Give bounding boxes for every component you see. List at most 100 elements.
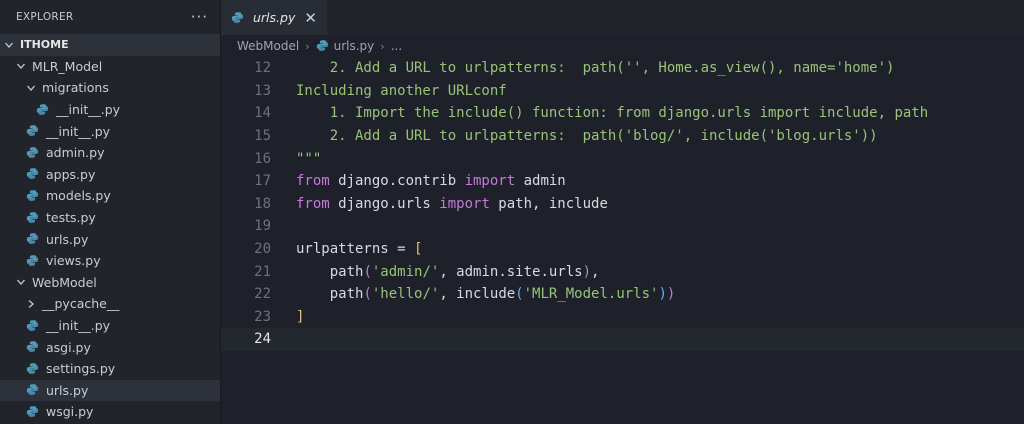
python-file-icon [26, 146, 40, 160]
explorer-title: EXPLORER [16, 11, 74, 23]
code-line[interactable]: 21 path('admin/', admin.site.urls), [221, 260, 1024, 283]
python-file-icon [26, 124, 40, 138]
chevron-down-icon[interactable] [14, 59, 28, 73]
code-line[interactable]: 15 2. Add a URL to urlpatterns: path('bl… [221, 125, 1024, 148]
code-line[interactable]: 24 [221, 328, 1024, 351]
more-actions-icon[interactable]: ··· [191, 8, 208, 26]
code-token: ] [296, 308, 305, 325]
code-line[interactable]: 17 from django.contrib import admin [221, 170, 1024, 193]
line-number: 13 [254, 82, 271, 99]
code-token: , admin.site.urls [439, 263, 583, 280]
chevron-right-icon: › [380, 39, 385, 53]
code-token: ( [363, 263, 372, 280]
folder-item[interactable]: WebModel [0, 272, 220, 294]
file-item[interactable]: urls.py [0, 228, 220, 250]
line-number: 19 [254, 218, 271, 235]
line-text: Including another URLconf [271, 83, 507, 99]
code-token: 'MLR_Model.urls' [523, 286, 659, 303]
file-item[interactable]: views.py [0, 250, 220, 272]
explorer-sidebar: EXPLORER ··· ITHOME MLR_Model migrations __… [0, 0, 221, 424]
code-line[interactable]: 19 [221, 215, 1024, 238]
tab-label: urls.py [253, 10, 296, 25]
code-token: path, include [489, 195, 608, 212]
code-line[interactable]: 22 path('hello/', include('MLR_Model.url… [221, 283, 1024, 306]
python-file-icon [26, 211, 40, 225]
folder-item[interactable]: migrations [0, 77, 220, 99]
code-line[interactable]: 20 urlpatterns = [ [221, 238, 1024, 261]
python-file-icon [36, 103, 50, 117]
line-text: path('admin/', admin.site.urls), [271, 263, 600, 280]
code-token: django.urls [329, 195, 440, 212]
line-number: 24 [254, 331, 271, 348]
file-item[interactable]: wsgi.py [0, 401, 220, 423]
breadcrumb-more[interactable]: ... [391, 39, 402, 53]
chevron-right-icon[interactable] [24, 297, 38, 311]
code-token: import [464, 173, 516, 190]
code-token: 'admin/' [371, 263, 440, 280]
line-number: 16 [254, 150, 271, 167]
file-item[interactable]: __init__.py [0, 99, 220, 121]
python-file-icon [26, 167, 40, 181]
line-text: 2. Add a URL to urlpatterns: path('blog/… [271, 128, 878, 144]
code-line[interactable]: 14 1. Import the include() function: fro… [221, 102, 1024, 125]
line-number: 18 [254, 195, 271, 212]
python-file-icon [316, 39, 330, 53]
line-number: 12 [254, 60, 271, 77]
file-item[interactable]: apps.py [0, 164, 220, 186]
tab-urls-py[interactable]: urls.py ✕ [221, 0, 327, 35]
tree-item-label: WebModel [32, 274, 97, 290]
code-token: ) [582, 263, 592, 280]
tree-item-label: views.py [46, 253, 101, 269]
breadcrumb-folder[interactable]: WebModel [237, 39, 299, 53]
tree-item-label: migrations [42, 80, 109, 96]
code-line[interactable]: 13 Including another URLconf [221, 80, 1024, 103]
chevron-down-icon[interactable] [24, 81, 38, 95]
breadcrumb-file[interactable]: urls.py [334, 39, 375, 53]
code-token: import [439, 195, 490, 212]
line-text: urlpatterns = [ [271, 241, 422, 257]
code-token: path [296, 263, 364, 280]
python-file-icon [26, 189, 40, 203]
tree-item-label: __init__.py [56, 102, 121, 118]
folder-item[interactable]: __pycache__ [0, 293, 220, 315]
python-file-icon [26, 362, 40, 376]
code-token: , include [439, 286, 516, 303]
project-root[interactable]: ITHOME [0, 34, 220, 56]
code-view[interactable]: 12 2. Add a URL to urlpatterns: path('',… [221, 57, 1024, 351]
code-token: 2. Add a URL to urlpatterns: path('', Ho… [296, 60, 895, 77]
code-token: from [296, 173, 330, 190]
file-item[interactable]: admin.py [0, 142, 220, 164]
line-text: ] [271, 309, 304, 325]
line-text: """ [271, 151, 321, 167]
file-item[interactable]: models.py [0, 185, 220, 207]
chevron-down-icon[interactable] [14, 275, 28, 289]
python-file-icon [26, 383, 40, 397]
file-item[interactable]: asgi.py [0, 336, 220, 358]
file-item[interactable]: settings.py [0, 358, 220, 380]
tree-item-label: urls.py [46, 231, 89, 247]
code-token: Including another URLconf [296, 82, 507, 99]
line-number: 20 [254, 241, 271, 258]
file-item[interactable]: tests.py [0, 207, 220, 229]
code-token: ) [666, 286, 676, 303]
code-line[interactable]: 23] [221, 306, 1024, 329]
folder-item[interactable]: MLR_Model [0, 56, 220, 78]
code-token: , [591, 263, 600, 280]
file-item[interactable]: urls.py [0, 379, 220, 402]
breadcrumb: WebModel › urls.py › ... [221, 35, 1024, 57]
code-token: urlpatterns = [296, 241, 415, 258]
file-item[interactable]: __init__.py [0, 120, 220, 142]
file-item[interactable]: __init__.py [0, 315, 220, 337]
editor-area: urls.py ✕ WebModel › urls.py › ... 12 2.… [221, 0, 1024, 424]
python-file-icon [26, 340, 40, 354]
tree-item-label: apps.py [46, 166, 96, 182]
code-token: ) [658, 286, 667, 303]
code-token: django.contrib [329, 173, 465, 190]
close-tab-icon[interactable]: ✕ [304, 9, 317, 27]
code-line[interactable]: 18 from django.urls import path, include [221, 193, 1024, 216]
code-line[interactable]: 12 2. Add a URL to urlpatterns: path('',… [221, 57, 1024, 80]
line-text: 2. Add a URL to urlpatterns: path('', Ho… [271, 60, 895, 77]
code-line[interactable]: 16 """ [221, 147, 1024, 170]
chevron-down-icon[interactable] [2, 38, 16, 52]
tree-item-label: tests.py [46, 210, 96, 226]
